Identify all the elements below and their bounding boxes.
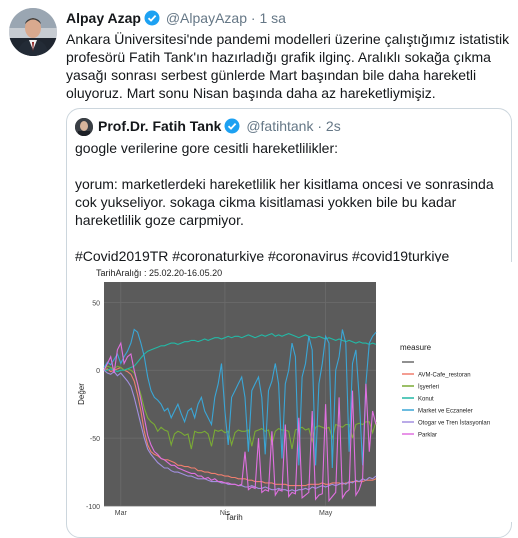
x-tick-label: May — [319, 510, 333, 517]
verified-badge-icon — [224, 118, 240, 137]
legend-label: Market ve Eczaneler — [418, 409, 473, 415]
legend-title: measure — [400, 343, 432, 352]
x-tick-label: Mar — [115, 510, 128, 517]
verified-badge-icon — [144, 10, 160, 29]
x-axis-label: Tarih — [225, 513, 242, 522]
y-axis-label: Değer — [77, 383, 86, 405]
y-tick-label: 50 — [92, 300, 100, 307]
author-name[interactable]: Alpay Azap — [66, 10, 141, 26]
quoted-author-handle: @fatihtank — [246, 118, 314, 134]
user-photo-icon — [9, 8, 57, 56]
quoted-tweet-time: 2s — [325, 118, 341, 134]
quoted-header: Prof.Dr. Fatih Tank @fatihtank · 2s — [98, 118, 341, 137]
separator-dot: · — [250, 10, 256, 26]
quoted-tweet-text: google verilerine gore cesitli hareketli… — [75, 140, 494, 264]
legend-label: Konut — [418, 397, 434, 403]
user-photo-icon — [75, 118, 93, 136]
tweet-header: Alpay Azap @AlpayAzap · 1 sa — [66, 10, 286, 29]
quoted-avatar — [75, 118, 93, 136]
chart-title: TarihAralığı : 25.02.20-16.05.20 — [96, 268, 222, 278]
separator-dot: · — [317, 118, 323, 134]
quoted-author-name: Prof.Dr. Fatih Tank — [98, 118, 222, 134]
legend-label: AVM-Cafe_restoran — [418, 373, 471, 379]
author-handle[interactable]: @AlpayAzap — [166, 10, 247, 26]
mobility-chart[interactable]: TarihAralığı : 25.02.20-16.05.20 -100 -50… — [74, 262, 512, 522]
legend-label: İşyerleri — [418, 384, 439, 391]
y-tick-label: -100 — [86, 504, 100, 511]
legend-label: Parklar — [418, 433, 437, 439]
tweet-text: Ankara Üniversitesi'nde pandemi modeller… — [66, 31, 510, 101]
avatar[interactable] — [9, 8, 57, 56]
tweet-time[interactable]: 1 sa — [259, 10, 285, 26]
y-tick-label: 0 — [96, 368, 100, 375]
y-tick-label: -50 — [90, 436, 100, 443]
legend-label: Otogar ve Tren İstasyonları — [418, 420, 491, 427]
